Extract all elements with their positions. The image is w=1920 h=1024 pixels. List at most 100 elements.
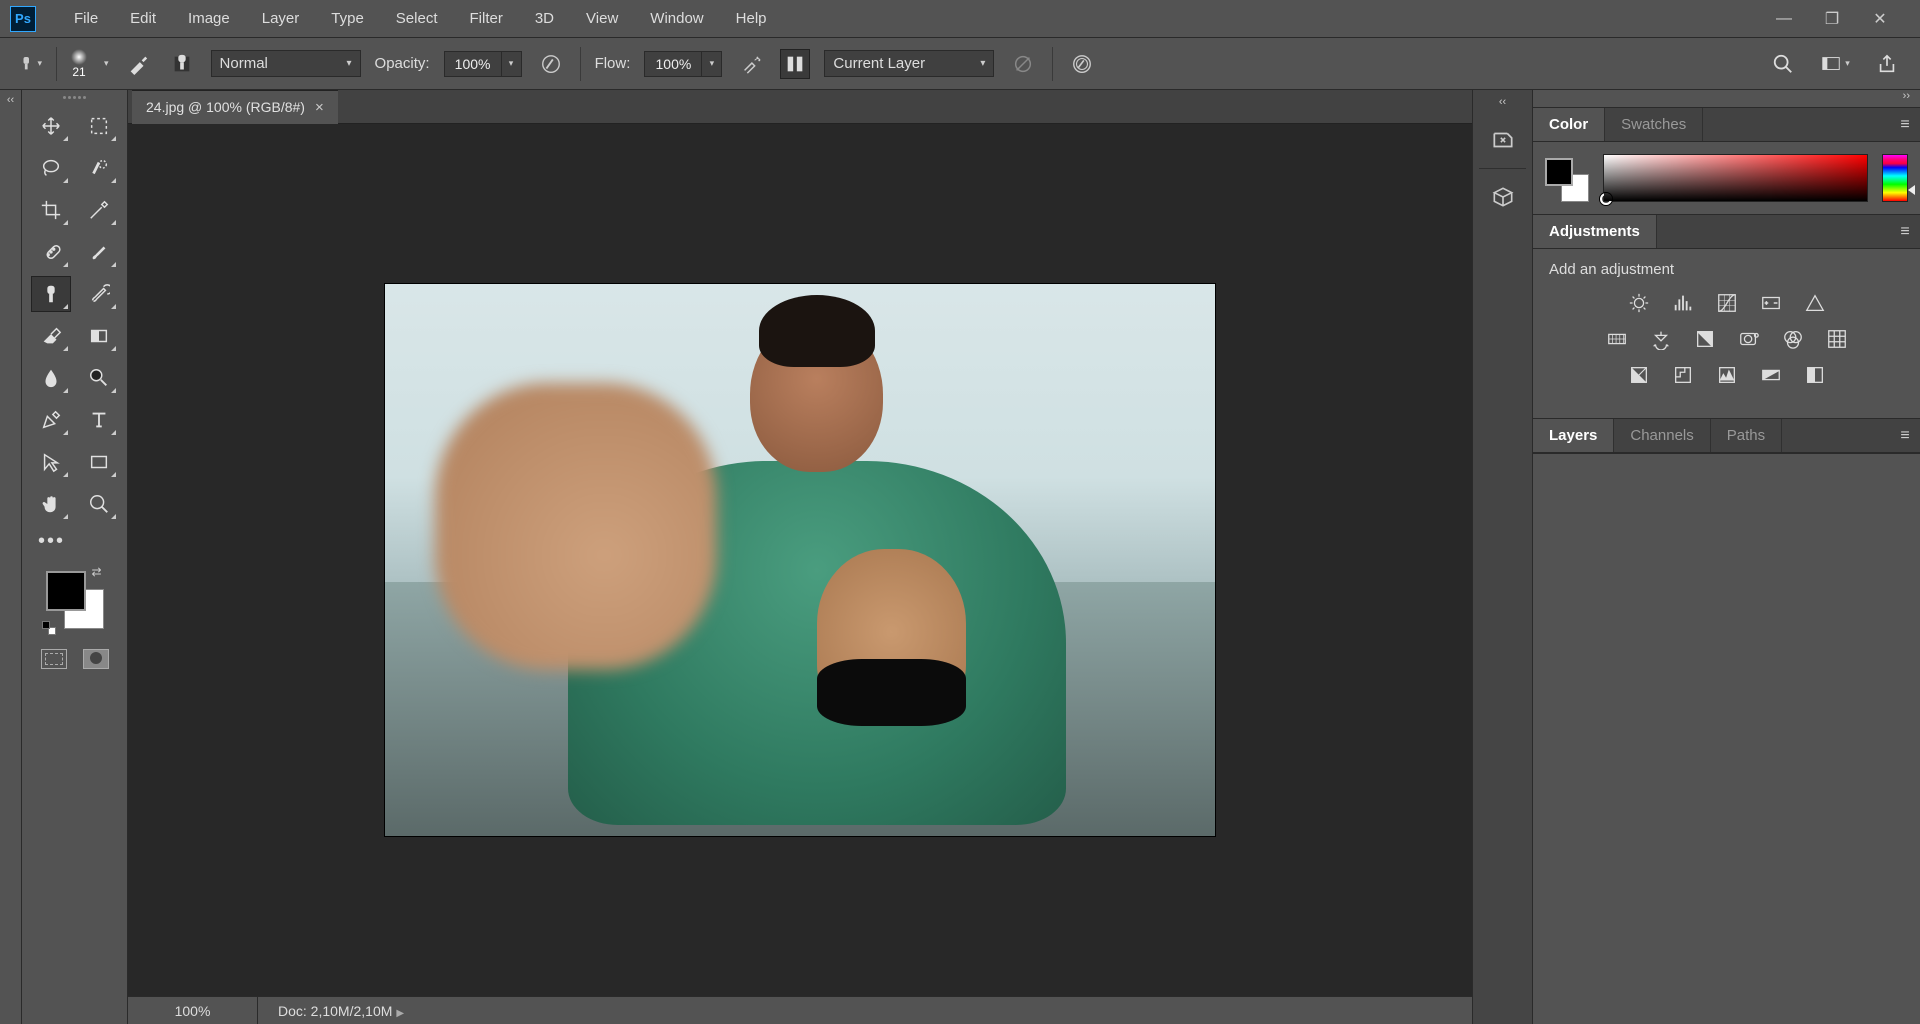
close-tab-icon[interactable]: × [315, 99, 324, 116]
tab-adjustments[interactable]: Adjustments [1533, 215, 1657, 248]
maximize-button[interactable]: ❐ [1822, 9, 1842, 29]
tool-brush[interactable] [79, 234, 119, 270]
menu-image[interactable]: Image [174, 4, 244, 33]
tool-eraser[interactable] [31, 318, 71, 354]
menu-help[interactable]: Help [722, 4, 781, 33]
adj-levels-icon[interactable] [1670, 292, 1696, 314]
opacity-dropdown[interactable]: ▾ [502, 51, 522, 77]
search-icon[interactable] [1768, 49, 1798, 79]
document-tab[interactable]: 24.jpg @ 100% (RGB/8#) × [132, 90, 338, 124]
tool-type[interactable] [79, 402, 119, 438]
adj-posterize-icon[interactable] [1670, 364, 1696, 386]
layers-panel-menu-icon[interactable]: ≡ [1890, 419, 1920, 452]
tab-swatches[interactable]: Swatches [1605, 108, 1703, 141]
toolbar-collapse[interactable]: ‹‹ [0, 90, 22, 1024]
menu-file[interactable]: File [60, 4, 112, 33]
flow-dropdown[interactable]: ▾ [702, 51, 722, 77]
tool-dodge[interactable] [79, 360, 119, 396]
menu-filter[interactable]: Filter [456, 4, 517, 33]
color-panel-menu-icon[interactable]: ≡ [1890, 108, 1920, 141]
tab-paths[interactable]: Paths [1711, 419, 1782, 452]
status-zoom[interactable]: 100% [128, 997, 258, 1024]
tool-rectangle[interactable] [79, 444, 119, 480]
adj-exposure-icon[interactable] [1758, 292, 1784, 314]
adj-color-balance-icon[interactable] [1648, 328, 1674, 350]
share-icon[interactable] [1872, 49, 1902, 79]
opacity-input[interactable]: 100% [444, 51, 502, 77]
brush-preset-picker[interactable]: 21 [71, 49, 87, 79]
menu-window[interactable]: Window [636, 4, 717, 33]
adj-hue-sat-icon[interactable] [1604, 328, 1630, 350]
tool-quick-select[interactable] [79, 150, 119, 186]
tab-color[interactable]: Color [1533, 108, 1605, 141]
pressure-size-icon[interactable] [1067, 49, 1097, 79]
menu-view[interactable]: View [572, 4, 632, 33]
standard-mode-icon[interactable] [41, 649, 67, 669]
menu-edit[interactable]: Edit [116, 4, 170, 33]
screen-mode-icon[interactable]: ▾ [1820, 49, 1850, 79]
adj-black-white-icon[interactable] [1692, 328, 1718, 350]
ignore-adjustment-icon[interactable] [1008, 49, 1038, 79]
aligned-toggle-icon[interactable] [780, 49, 810, 79]
tool-hand[interactable] [31, 486, 71, 522]
color-field[interactable] [1603, 154, 1868, 202]
adj-threshold-icon[interactable] [1714, 364, 1740, 386]
quick-mask-icon[interactable] [83, 649, 109, 669]
flow-input[interactable]: 100% [644, 51, 702, 77]
adj-invert-icon[interactable] [1626, 364, 1652, 386]
tool-lasso[interactable] [31, 150, 71, 186]
hue-slider[interactable] [1882, 154, 1908, 202]
tool-path-select[interactable] [31, 444, 71, 480]
tool-pen[interactable] [31, 402, 71, 438]
canvas[interactable] [128, 124, 1472, 996]
adjustments-panel-menu-icon[interactable]: ≡ [1890, 215, 1920, 248]
clone-source-icon[interactable] [167, 49, 197, 79]
default-colors-icon[interactable] [42, 621, 56, 635]
adj-vibrance-icon[interactable] [1802, 292, 1828, 314]
swap-colors-icon[interactable]: ⇄ [91, 565, 101, 579]
airbrush-icon[interactable] [736, 49, 766, 79]
brush-panel-toggle-icon[interactable] [123, 49, 153, 79]
sample-select[interactable]: Current Layer [824, 50, 994, 77]
tool-marquee[interactable] [79, 108, 119, 144]
pressure-opacity-icon[interactable] [536, 49, 566, 79]
adj-curves-icon[interactable] [1714, 292, 1740, 314]
tool-zoom[interactable] [79, 486, 119, 522]
tool-history-brush[interactable] [79, 276, 119, 312]
libraries-panel-icon[interactable] [1481, 177, 1525, 217]
toolbar-grip[interactable] [55, 96, 95, 102]
tab-channels[interactable]: Channels [1614, 419, 1710, 452]
foreground-background-colors[interactable]: ⇄ [40, 565, 110, 635]
tool-move[interactable] [31, 108, 71, 144]
status-document-size[interactable]: Doc: 2,10M/2,10M▶ [258, 1003, 424, 1019]
panel-fg-bg-swatches[interactable] [1545, 158, 1589, 202]
tool-edit-toolbar[interactable]: ••• [22, 530, 65, 553]
adj-brightness-icon[interactable] [1626, 292, 1652, 314]
flow-label: Flow: [595, 55, 631, 72]
menu-layer[interactable]: Layer [248, 4, 314, 33]
menu-type[interactable]: Type [317, 4, 378, 33]
panel-dock-collapse[interactable]: ‹‹ [1499, 96, 1506, 108]
minimize-button[interactable]: — [1774, 9, 1794, 29]
tool-gradient[interactable] [79, 318, 119, 354]
tool-blur[interactable] [31, 360, 71, 396]
adj-selective-color-icon[interactable] [1802, 364, 1828, 386]
adj-gradient-map-icon[interactable] [1758, 364, 1784, 386]
foreground-color-swatch[interactable] [46, 571, 86, 611]
menu-3d[interactable]: 3D [521, 4, 568, 33]
tool-healing[interactable] [31, 234, 71, 270]
adj-photo-filter-icon[interactable] [1736, 328, 1762, 350]
brush-picker-dropdown[interactable]: ▾ [104, 58, 109, 69]
blend-mode-select[interactable]: Normal [211, 50, 361, 77]
current-tool-icon[interactable]: ▾ [18, 52, 42, 76]
menu-select[interactable]: Select [382, 4, 452, 33]
adj-channel-mixer-icon[interactable] [1780, 328, 1806, 350]
panel-dock-expand[interactable]: ›› [1533, 90, 1920, 108]
tool-eyedropper[interactable] [79, 192, 119, 228]
close-window-button[interactable]: ✕ [1870, 9, 1890, 29]
history-panel-icon[interactable] [1481, 120, 1525, 160]
tool-clone-stamp[interactable] [31, 276, 71, 312]
tab-layers[interactable]: Layers [1533, 419, 1614, 452]
adj-color-lookup-icon[interactable] [1824, 328, 1850, 350]
tool-crop[interactable] [31, 192, 71, 228]
